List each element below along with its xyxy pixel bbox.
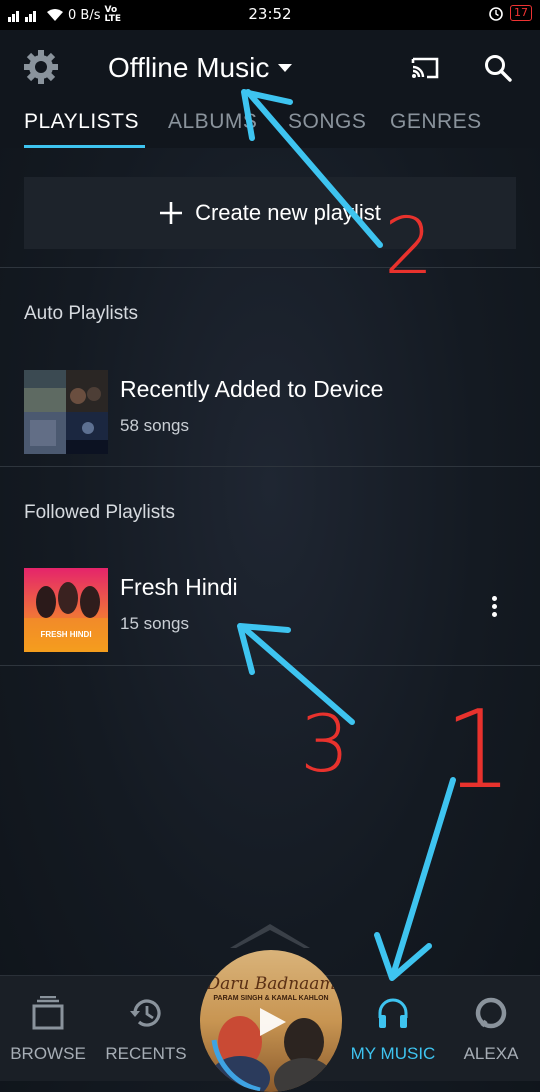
- library-tabs: PLAYLISTS ALBUMS SONGS GENRES: [0, 110, 540, 148]
- status-time: 23:52: [248, 5, 292, 23]
- playlist-title: Fresh Hindi: [120, 574, 238, 600]
- now-playing-title: Daru Badnaam: [206, 974, 336, 994]
- page-title: Offline Music: [108, 52, 270, 83]
- plus-icon: [160, 202, 183, 224]
- playlist-thumbnail: FRESH HINDI: [24, 568, 108, 652]
- nav-recents[interactable]: RECENTS: [101, 976, 191, 1081]
- now-playing-artists: PARAM SINGH & KAMAL KAHLON: [213, 995, 329, 1002]
- playlist-thumbnail: [24, 370, 108, 454]
- cast-icon[interactable]: [410, 55, 440, 81]
- search-icon[interactable]: [483, 53, 513, 83]
- status-bar: 0 B/s Vo LTE 23:52 17: [0, 0, 540, 30]
- more-options-icon[interactable]: [484, 596, 504, 624]
- playlist-title: Recently Added to Device: [120, 376, 384, 402]
- tab-songs[interactable]: SONGS: [288, 110, 366, 134]
- followed-playlists-heading: Followed Playlists: [24, 502, 175, 523]
- nav-label: ALEXA: [463, 1044, 519, 1063]
- chevron-down-icon: [278, 64, 293, 72]
- playlist-row-fresh-hindi[interactable]: FRESH HINDI Fresh Hindi 15 songs: [0, 568, 540, 658]
- battery-indicator: 17: [510, 5, 532, 21]
- alarm-icon: [489, 7, 503, 21]
- divider: [0, 267, 540, 268]
- chevron-up-icon[interactable]: [228, 920, 312, 950]
- auto-playlists-heading: Auto Playlists: [24, 303, 139, 324]
- divider: [0, 466, 540, 467]
- gear-icon[interactable]: [22, 48, 60, 86]
- nav-alexa[interactable]: ALEXA: [446, 976, 536, 1081]
- nav-my-music[interactable]: MY MUSIC: [348, 976, 438, 1081]
- thumbnail-text: FRESH HINDI: [40, 630, 92, 639]
- history-icon: [130, 999, 161, 1027]
- annotation-number-2: 2: [384, 202, 434, 292]
- create-playlist-button[interactable]: Create new playlist: [24, 177, 516, 249]
- nav-browse[interactable]: BROWSE: [3, 976, 93, 1081]
- tab-playlists[interactable]: PLAYLISTS: [24, 110, 139, 134]
- playlist-song-count: 15 songs: [120, 614, 189, 633]
- tab-genres[interactable]: GENRES: [390, 110, 482, 134]
- annotation-number-1: 1: [444, 688, 513, 813]
- library-mode-dropdown[interactable]: Offline Music: [108, 52, 293, 84]
- tab-albums[interactable]: ALBUMS: [168, 110, 257, 134]
- annotation-arrows: [237, 89, 456, 981]
- alexa-icon: [475, 997, 507, 1029]
- status-right: 17: [488, 5, 532, 21]
- browse-icon: [32, 996, 64, 1030]
- playlist-row-recently-added[interactable]: Recently Added to Device 58 songs: [0, 370, 540, 460]
- headphones-icon: [378, 998, 408, 1028]
- active-tab-indicator: [24, 145, 145, 148]
- divider: [0, 665, 540, 666]
- create-playlist-label: Create new playlist: [195, 200, 381, 225]
- annotation-number-3: 3: [300, 700, 350, 790]
- now-playing-button[interactable]: Daru Badnaam PARAM SINGH & KAMAL KAHLON: [200, 950, 342, 1092]
- playlist-song-count: 58 songs: [120, 416, 189, 435]
- nav-label: RECENTS: [105, 1044, 187, 1063]
